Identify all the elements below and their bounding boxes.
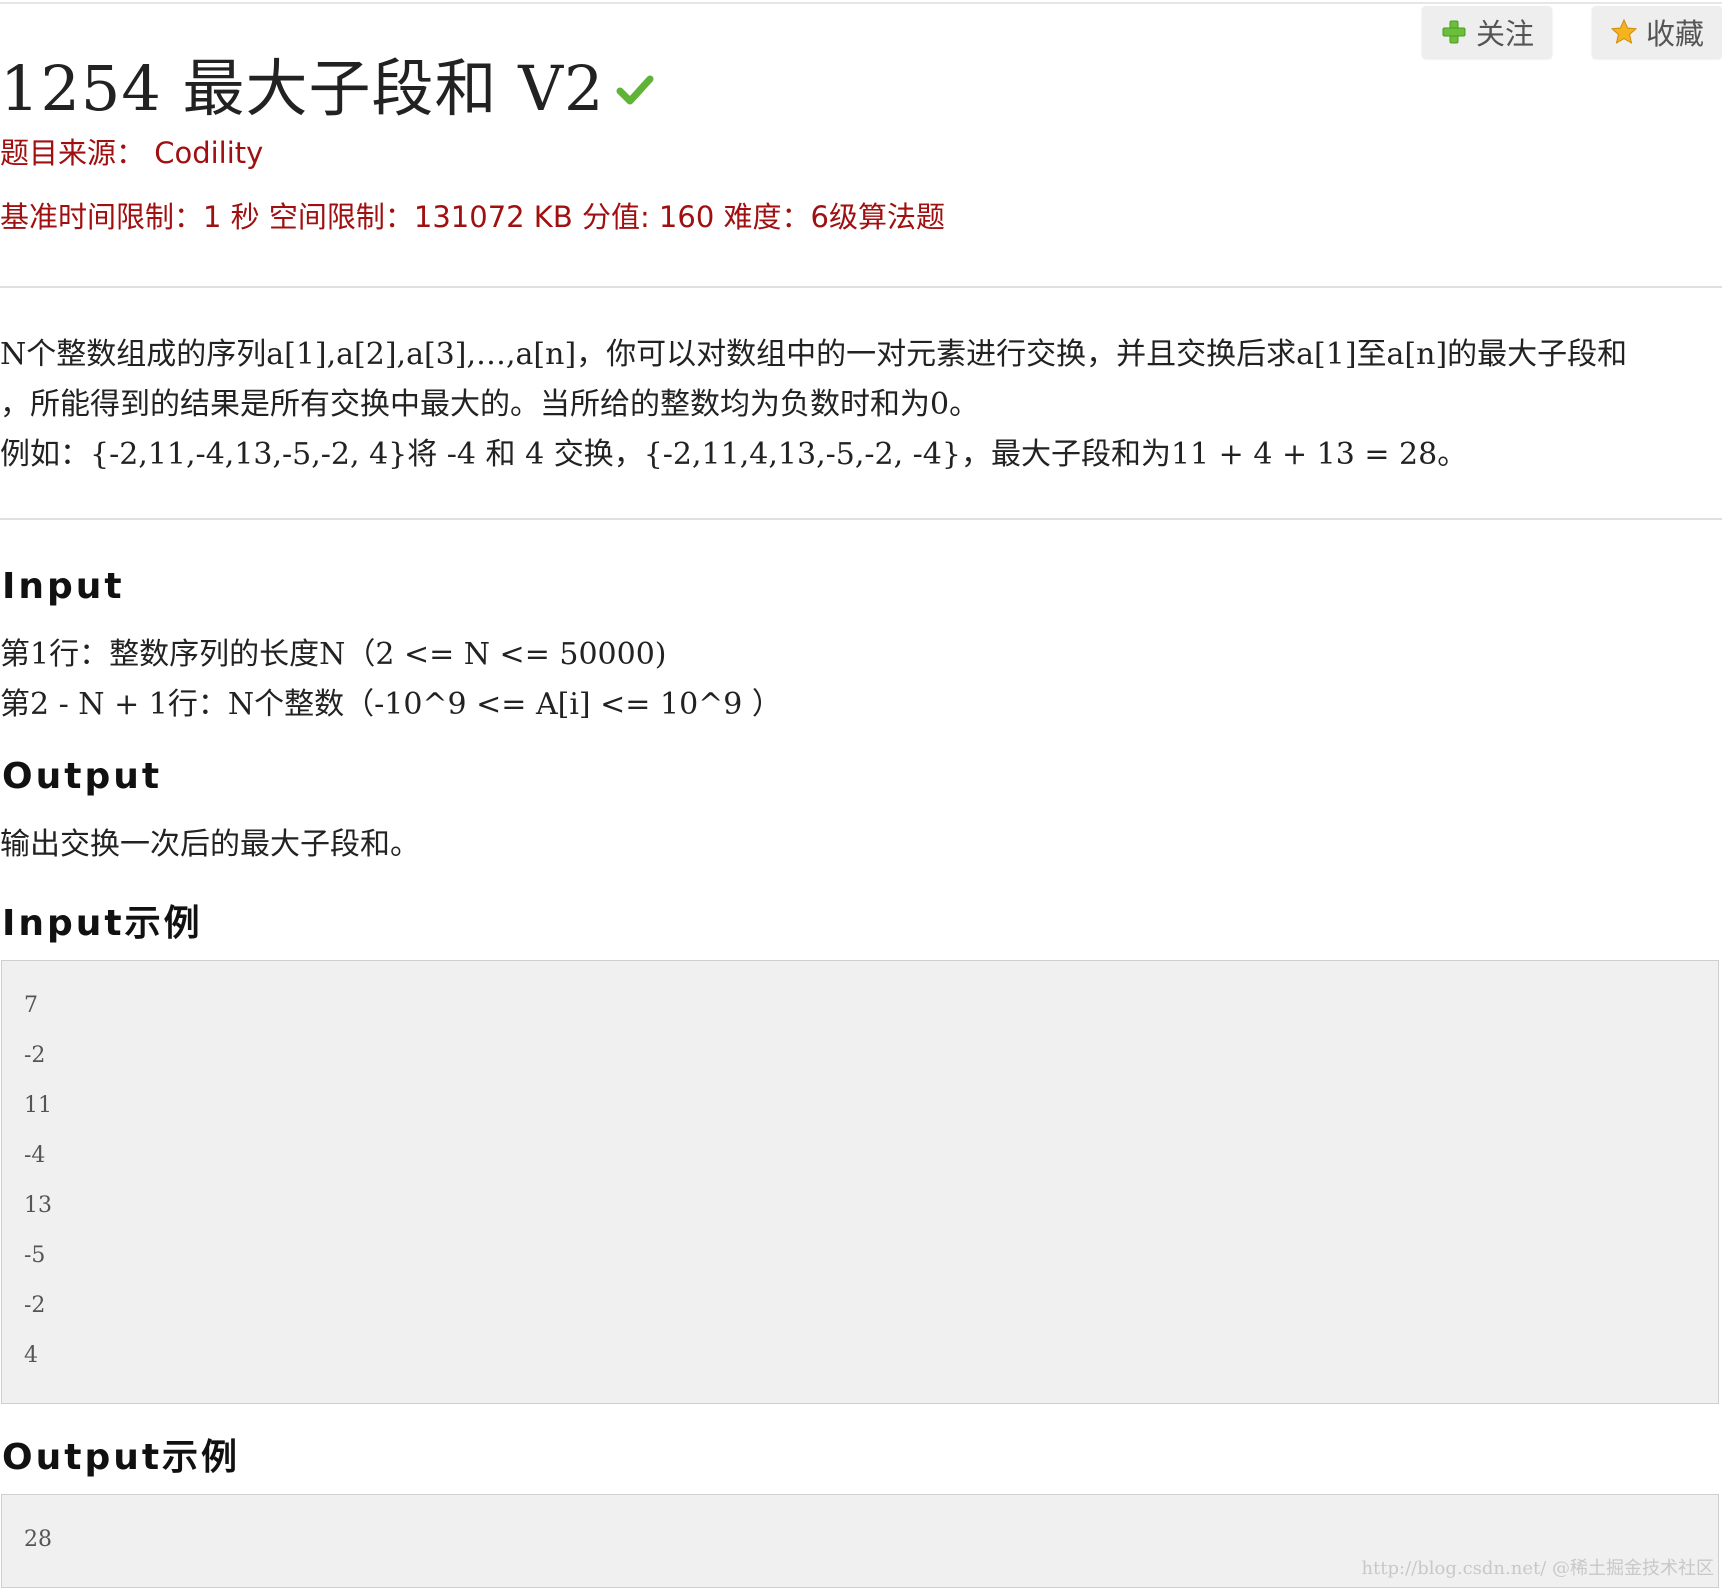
check-icon <box>616 75 654 105</box>
favorite-label: 收藏 <box>1645 17 1704 51</box>
input-heading: Input <box>2 566 125 607</box>
output-heading: Output <box>2 756 163 797</box>
output-spec-line: 输出交换一次后的最大子段和。 <box>0 827 420 862</box>
input-spec-line: 第1行：整数序列的长度N（2 <= N <= 50000) <box>0 637 667 672</box>
code-line: -2 <box>24 1293 46 1318</box>
description-line: N个整数组成的序列a[1],a[2],a[3],…,a[n]，你可以对数组中的一… <box>0 337 1628 372</box>
code-line: -5 <box>24 1243 46 1268</box>
code-line: 28 <box>24 1527 52 1552</box>
problem-source: 题目来源： Codility <box>0 136 264 170</box>
toolbar: 关注 收藏 <box>1421 6 1722 58</box>
top-divider <box>0 2 1722 4</box>
favorite-button[interactable]: 收藏 <box>1591 6 1722 58</box>
problem-limits: 基准时间限制：1 秒 空间限制：131072 KB 分值: 160 难度：6级算… <box>0 200 945 234</box>
plus-icon <box>1442 20 1466 44</box>
code-line: -4 <box>24 1143 46 1168</box>
input-spec-line: 第2 - N + 1行：N个整数（-10^9 <= A[i] <= 10^9 ） <box>0 687 782 722</box>
output-spec: 输出交换一次后的最大子段和。 <box>0 820 420 870</box>
follow-button[interactable]: 关注 <box>1421 6 1552 58</box>
problem-description: N个整数组成的序列a[1],a[2],a[3],…,a[n]，你可以对数组中的一… <box>0 330 1715 480</box>
description-line: ，所能得到的结果是所有交换中最大的。当所给的整数均为负数时和为0。 <box>0 387 980 422</box>
code-line: 11 <box>24 1093 52 1118</box>
divider <box>0 518 1722 520</box>
code-line: 4 <box>24 1343 38 1368</box>
page-title: 1254 最大子段和 V2 <box>0 52 605 125</box>
code-line: 13 <box>24 1193 52 1218</box>
input-spec: 第1行：整数序列的长度N（2 <= N <= 50000) 第2 - N + 1… <box>0 630 782 730</box>
divider <box>0 286 1722 288</box>
output-example-heading: Output示例 <box>2 1437 241 1478</box>
input-example-heading: Input示例 <box>2 903 203 944</box>
input-example-box: 7 -2 11 -4 13 -5 -2 4 <box>1 960 1719 1404</box>
description-line: 例如：{-2,11,-4,13,-5,-2, 4}将 -4 和 4 交换，{-2… <box>0 437 1468 472</box>
star-icon <box>1610 18 1638 45</box>
title-row: 1254 最大子段和 V2 <box>0 38 654 128</box>
watermark: http://blog.csdn.net/ @稀土掘金技术社区 <box>1361 1558 1714 1579</box>
code-line: 7 <box>24 993 38 1018</box>
follow-label: 关注 <box>1475 17 1534 51</box>
code-line: -2 <box>24 1043 46 1068</box>
